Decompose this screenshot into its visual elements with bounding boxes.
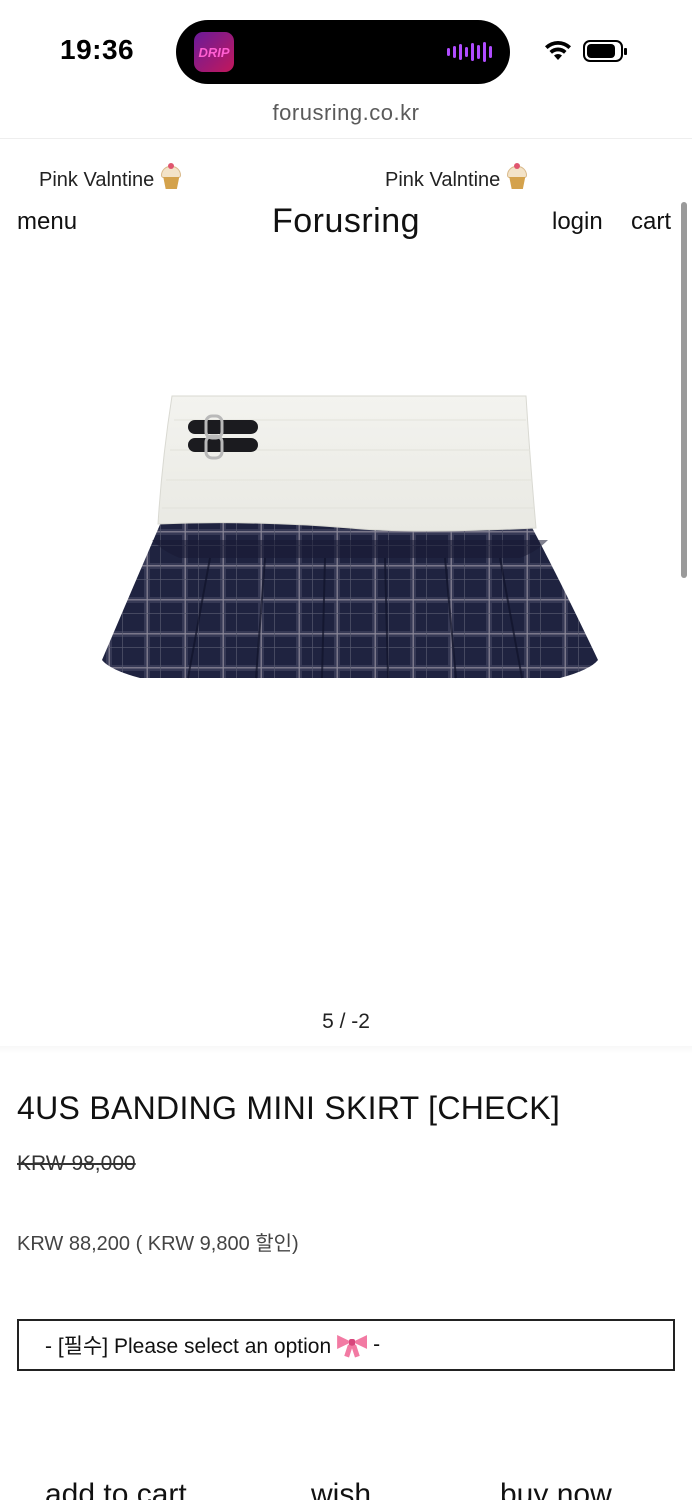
battery-icon xyxy=(583,40,627,62)
cart-link[interactable]: cart xyxy=(631,208,671,236)
audio-wave-icon xyxy=(447,42,492,62)
status-time: 19:36 xyxy=(60,34,135,65)
option-text-end: - xyxy=(373,1333,381,1356)
wifi-icon xyxy=(545,40,571,60)
product-title: 4US BANDING MINI SKIRT [CHECK] xyxy=(17,1090,561,1126)
marquee-text: Pink Valntine xyxy=(39,169,155,191)
slide-counter: 5 / -2 xyxy=(322,1010,370,1033)
original-price: KRW 98,000 xyxy=(17,1152,136,1175)
product-image[interactable] xyxy=(90,380,610,710)
cupcake-icon xyxy=(506,163,528,190)
cupcake-icon xyxy=(160,163,182,190)
menu-button[interactable]: menu xyxy=(17,208,77,236)
app-badge: DRIP xyxy=(194,32,234,72)
buy-now-button[interactable]: buy now xyxy=(500,1478,612,1500)
marquee-item[interactable]: Pink Valntine xyxy=(39,163,182,192)
divider xyxy=(0,1046,692,1054)
wish-button[interactable]: wish xyxy=(311,1478,371,1500)
status-bar: 19:36 DRIP xyxy=(0,0,692,100)
add-to-cart-button[interactable]: add to cart xyxy=(45,1478,187,1500)
marquee-text: Pink Valntine xyxy=(385,169,501,191)
sale-price: KRW 88,200 ( KRW 9,800 할인) xyxy=(17,1233,299,1255)
ribbon-icon xyxy=(337,1333,368,1358)
login-link[interactable]: login xyxy=(552,208,603,236)
option-text: - [필수] Please select an option xyxy=(45,1335,332,1358)
marquee-item[interactable]: Pink Valntine xyxy=(385,163,528,192)
divider xyxy=(0,138,692,139)
dynamic-island[interactable]: DRIP xyxy=(176,20,510,84)
scrollbar[interactable] xyxy=(681,202,687,578)
url-bar[interactable]: forusring.co.kr xyxy=(0,100,692,140)
option-select[interactable]: - [필수] Please select an option - xyxy=(17,1319,675,1371)
